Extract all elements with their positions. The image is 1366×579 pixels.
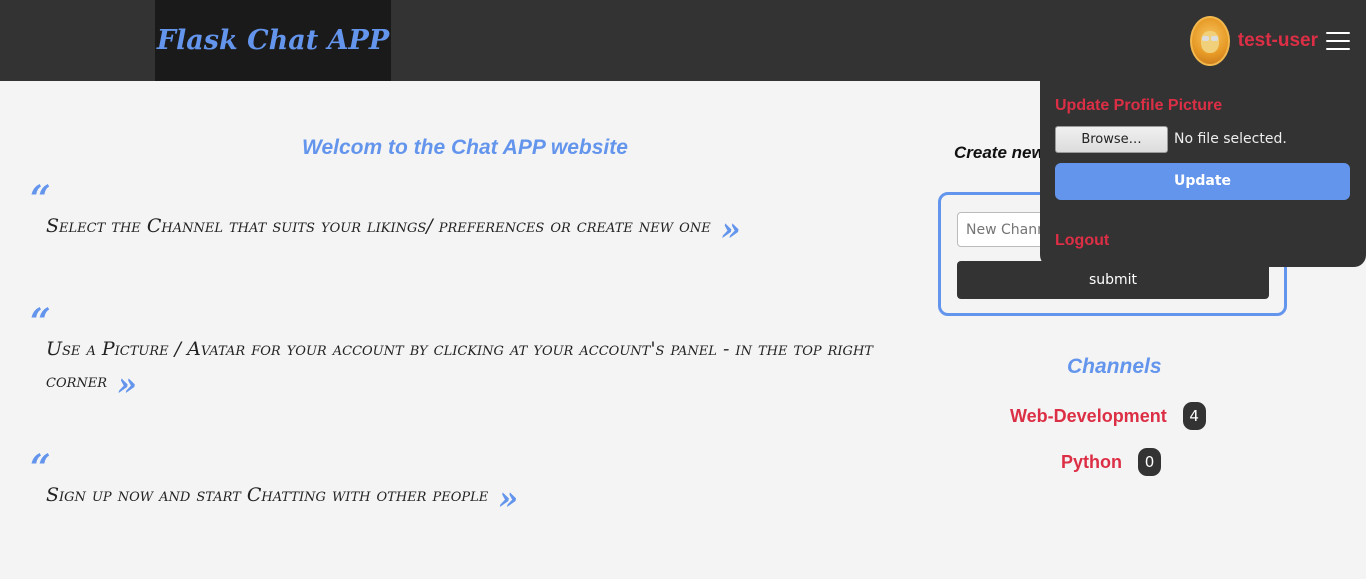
open-quote-icon: “: [30, 447, 51, 489]
brand-title[interactable]: Flask Chat APP: [157, 25, 389, 56]
quote-text-content: Select the Channel that suits your likin…: [46, 215, 711, 237]
close-quote-icon: »: [720, 210, 741, 248]
message-count-badge: 0: [1138, 448, 1161, 476]
open-quote-icon: “: [30, 178, 51, 220]
quote-text: Select the Channel that suits your likin…: [46, 210, 886, 245]
welcome-heading: Welcom to the Chat APP website: [302, 136, 628, 159]
channel-item[interactable]: Python 0: [1061, 448, 1161, 476]
account-dropdown: Update Profile Picture Browse… No file s…: [1040, 81, 1366, 267]
quote-text: Sign up now and start Chatting with othe…: [46, 479, 886, 514]
navbar: Flask Chat APP test-user: [0, 0, 1366, 81]
close-quote-icon: »: [117, 365, 138, 403]
avatar-glasses-right: [1210, 36, 1218, 41]
browse-button[interactable]: Browse…: [1055, 126, 1168, 153]
channel-item[interactable]: Web-Development 4: [1010, 402, 1206, 430]
brand[interactable]: Flask Chat APP: [155, 0, 391, 81]
avatar[interactable]: [1189, 16, 1230, 66]
username[interactable]: test-user: [1238, 30, 1318, 52]
channel-link[interactable]: Python: [1061, 452, 1122, 473]
quote-text: Use a Picture / Avatar for your account …: [46, 333, 886, 400]
quote-block: “ Select the Channel that suits your lik…: [30, 178, 886, 245]
quote-text-content: Sign up now and start Chatting with othe…: [46, 484, 489, 506]
menu-icon[interactable]: [1326, 32, 1350, 50]
update-profile-picture-label: Update Profile Picture: [1055, 97, 1223, 114]
quote-block: “ Use a Picture / Avatar for your accoun…: [30, 301, 886, 400]
account-panel[interactable]: test-user: [1189, 15, 1350, 67]
update-button[interactable]: Update: [1055, 163, 1350, 200]
message-count-badge: 4: [1182, 402, 1206, 430]
quote-text-content: Use a Picture / Avatar for your account …: [46, 338, 873, 392]
close-quote-icon: »: [498, 479, 519, 517]
channels-heading: Channels: [1067, 355, 1162, 378]
open-quote-icon: “: [30, 301, 51, 343]
file-status: No file selected.: [1174, 131, 1287, 147]
quote-block: “ Sign up now and start Chatting with ot…: [30, 447, 886, 514]
menu-icon-bar: [1326, 32, 1350, 34]
menu-icon-bar: [1326, 48, 1350, 50]
logout-link[interactable]: Logout: [1055, 232, 1109, 250]
avatar-glasses-left: [1201, 36, 1209, 41]
channel-link[interactable]: Web-Development: [1010, 406, 1167, 427]
menu-icon-bar: [1326, 40, 1350, 42]
avatar-face: [1200, 31, 1219, 53]
